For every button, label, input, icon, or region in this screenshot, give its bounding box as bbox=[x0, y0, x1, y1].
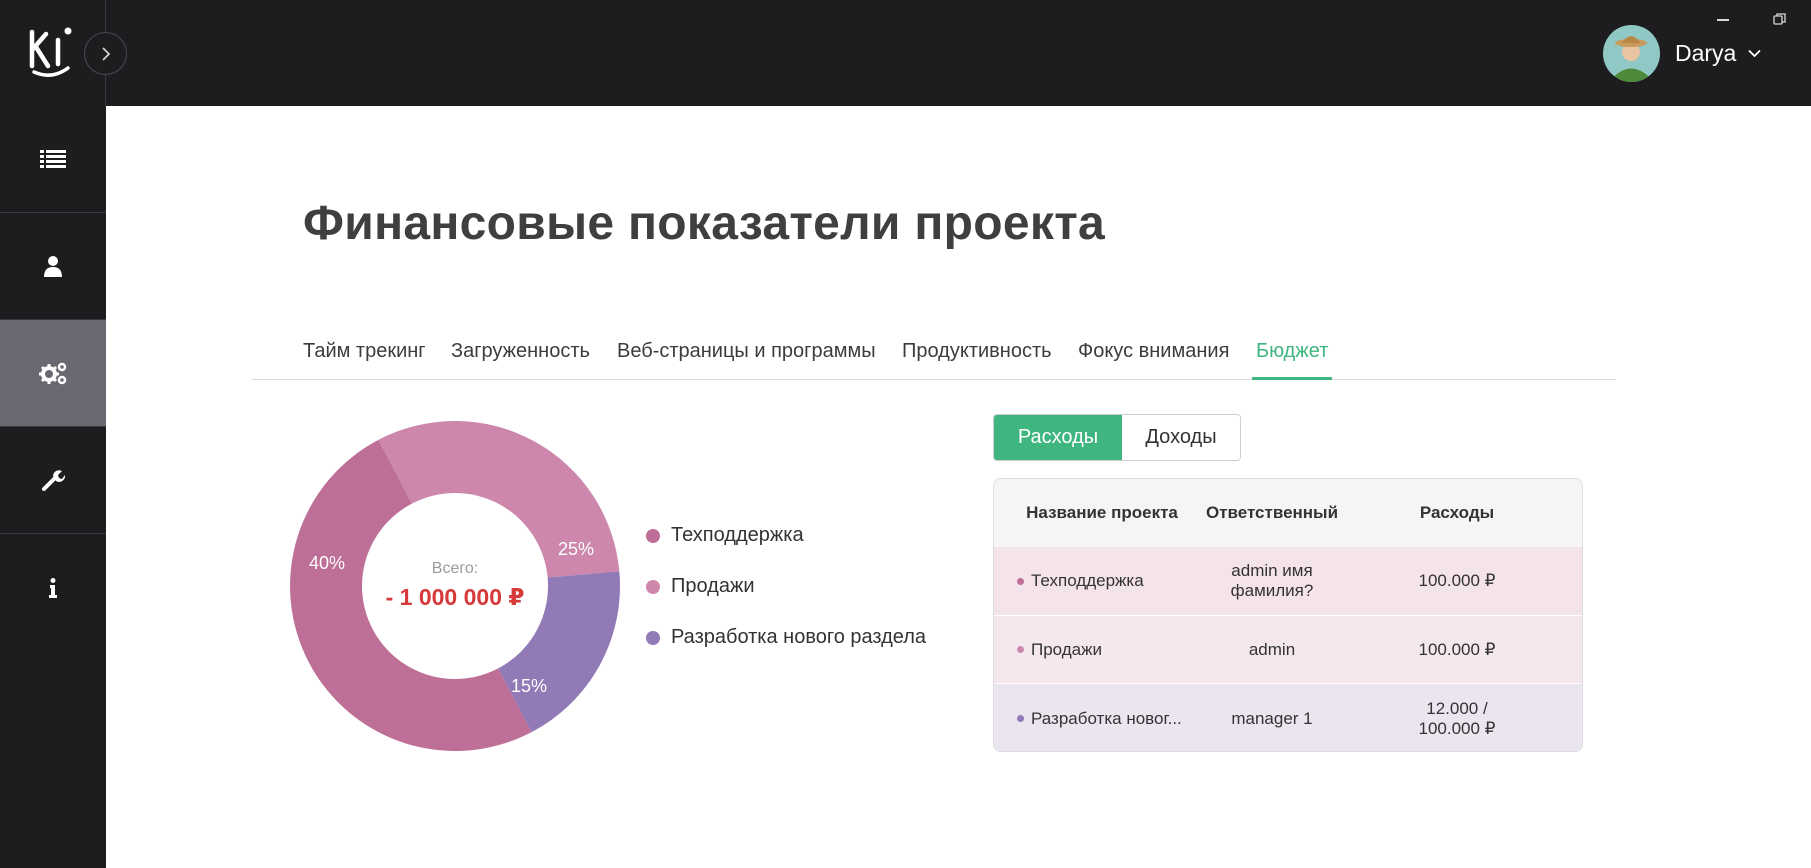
tab-productivity[interactable]: Продуктивность bbox=[902, 340, 1052, 380]
sidebar bbox=[0, 106, 106, 868]
table-row[interactable]: Разработка новог... manager 1 12.000 / 1… bbox=[994, 683, 1582, 751]
user-menu[interactable]: Darya bbox=[1603, 25, 1761, 82]
row-dot bbox=[1017, 577, 1024, 585]
sidebar-item-settings[interactable] bbox=[0, 320, 106, 427]
tab-workload[interactable]: Загруженность bbox=[451, 340, 590, 380]
project-cell: Разработка новог... bbox=[1017, 684, 1187, 751]
logo-icon[interactable] bbox=[28, 26, 78, 80]
legend-dot bbox=[646, 630, 660, 645]
top-bar: Darya bbox=[0, 0, 1811, 106]
tab-bar: Тайм трекинг Загруженность Веб-страницы … bbox=[252, 330, 1616, 380]
tab-focus[interactable]: Фокус внимания bbox=[1078, 340, 1229, 380]
gears-icon bbox=[39, 362, 67, 385]
amount-cell: 100.000 ₽ bbox=[1418, 571, 1496, 590]
row-dot bbox=[1017, 646, 1024, 653]
sidebar-expand-button[interactable] bbox=[84, 32, 127, 75]
amount-cell: 100.000 ₽ bbox=[1418, 639, 1496, 659]
project-name: Техподдержка bbox=[1031, 571, 1144, 590]
legend-item-support: Техподдержка bbox=[646, 524, 804, 547]
sidebar-item-user[interactable] bbox=[0, 213, 106, 320]
username: Darya bbox=[1675, 40, 1737, 66]
chevron-right-icon bbox=[101, 46, 110, 61]
page-title: Финансовые показатели проекта bbox=[303, 197, 1106, 250]
sidebar-item-info[interactable] bbox=[0, 534, 106, 641]
row-dot bbox=[1017, 715, 1024, 722]
chevron-down-icon bbox=[1748, 49, 1761, 58]
user-icon bbox=[44, 256, 62, 277]
table-header: Название проекта Ответственный Расходы bbox=[994, 479, 1582, 547]
amount-cell: 12.000 / 100.000 ₽ bbox=[1418, 698, 1496, 738]
list-icon bbox=[40, 150, 66, 168]
column-header-expenses: Расходы bbox=[1419, 503, 1495, 522]
donut-label-support: 40% bbox=[309, 553, 346, 573]
legend-label: Продажи bbox=[671, 575, 755, 597]
avatar bbox=[1603, 25, 1660, 82]
tab-time-tracking[interactable]: Тайм трекинг bbox=[303, 340, 426, 380]
window-restore-button[interactable] bbox=[1773, 13, 1786, 26]
wrench-icon bbox=[42, 470, 65, 491]
column-header-owner: Ответственный bbox=[1205, 503, 1339, 522]
expenses-button[interactable]: Расходы bbox=[994, 415, 1122, 460]
owner-cell: admin имя фамилия? bbox=[1230, 561, 1314, 600]
tab-budget[interactable]: Бюджет bbox=[1252, 340, 1333, 380]
project-name: Продажи bbox=[1031, 639, 1102, 659]
expenses-income-toggle: Расходы Доходы bbox=[993, 414, 1241, 461]
sidebar-item-list[interactable] bbox=[0, 106, 106, 213]
table-row[interactable]: Продажи admin 100.000 ₽ bbox=[994, 615, 1582, 683]
column-header-project: Название проекта bbox=[1026, 503, 1178, 522]
tab-web-apps[interactable]: Веб-страницы и программы bbox=[617, 340, 876, 380]
legend-dot bbox=[646, 528, 660, 543]
legend-label: Техподдержка bbox=[671, 524, 804, 546]
info-icon bbox=[49, 577, 57, 598]
legend-label: Разработка нового раздела bbox=[671, 626, 927, 648]
owner-cell: manager 1 bbox=[1231, 708, 1313, 728]
project-name: Разработка новог... bbox=[1031, 708, 1182, 728]
donut-label-sales: 25% bbox=[558, 539, 595, 559]
legend-item-development: Разработка нового раздела bbox=[646, 626, 926, 649]
donut-label-development: 15% bbox=[511, 676, 548, 696]
project-cell: Продажи bbox=[1017, 616, 1187, 683]
donut-total-value: - 1 000 000 ₽ bbox=[385, 584, 525, 610]
expenses-table: Название проекта Ответственный Расходы Т… bbox=[993, 478, 1583, 752]
app-window: Darya Финансовые показатели проекта Тайм… bbox=[0, 0, 1811, 868]
owner-cell: admin bbox=[1248, 639, 1296, 659]
legend-item-sales: Продажи bbox=[646, 575, 755, 598]
legend-dot bbox=[646, 579, 660, 594]
window-minimize-button[interactable] bbox=[1717, 19, 1729, 21]
project-cell: Техподдержка bbox=[1017, 547, 1187, 615]
income-button[interactable]: Доходы bbox=[1122, 415, 1240, 460]
sidebar-item-tools[interactable] bbox=[0, 427, 106, 534]
table-row[interactable]: Техподдержка admin имя фамилия? 100.000 … bbox=[994, 547, 1582, 615]
